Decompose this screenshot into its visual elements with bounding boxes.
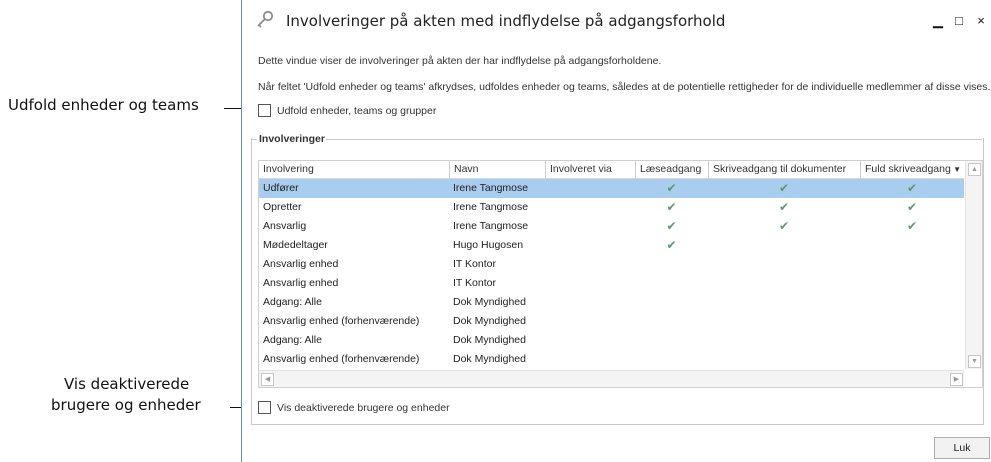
horizontal-scrollbar[interactable]: ◀ ▶ [259, 370, 964, 387]
column-header-skriveadgang[interactable]: Skriveadgang til dokumenter [708, 161, 860, 178]
table-row[interactable]: Opretter Irene Tangmose ✔ ✔ ✔ [259, 198, 964, 217]
close-window-button[interactable]: × [972, 12, 990, 30]
cell-navn: Hugo Hugosen [453, 239, 524, 251]
key-icon [255, 10, 275, 30]
table-row[interactable]: Adgang: Alle Dok Myndighed [259, 293, 964, 312]
cell-navn: Dok Myndighed [453, 353, 526, 365]
table-row[interactable]: Udfører Irene Tangmose ✔ ✔ ✔ [259, 179, 964, 198]
cell-involvering: Adgang: Alle [263, 296, 322, 308]
check-icon-skriveadgang: ✔ [778, 181, 790, 195]
table-row[interactable]: Ansvarlig Irene Tangmose ✔ ✔ ✔ [259, 217, 964, 236]
involvements-table[interactable]: Involvering Navn Involveret via Læseadga… [258, 160, 983, 388]
check-icon-laeseadgang: ✔ [666, 200, 677, 214]
cell-involvering: Udfører [263, 182, 299, 194]
show-deactivated-checkbox-row[interactable]: Vis deaktiverede brugere og enheder [258, 401, 450, 414]
check-icon-laeseadgang: ✔ [666, 219, 677, 233]
table-row[interactable]: Ansvarlig enhed IT Kontor [259, 255, 964, 274]
cell-navn: Dok Myndighed [453, 296, 526, 308]
check-icon-fuld-skriveadgang: ✔ [906, 181, 918, 195]
expand-units-label: Udfold enheder, teams og grupper [277, 104, 437, 117]
callout-expand-label: Udfold enheder og teams [8, 96, 199, 114]
cell-involvering: Ansvarlig enhed (forhenværende) [263, 315, 420, 327]
scroll-right-icon[interactable]: ▶ [950, 373, 963, 386]
column-header-navn[interactable]: Navn [449, 161, 545, 178]
column-header-involvering[interactable]: Involvering [259, 161, 449, 178]
check-icon-skriveadgang: ✔ [778, 200, 790, 214]
cell-involveret-via [545, 217, 635, 236]
dialog-window: Involveringer på akten med indflydelse p… [241, 0, 991, 462]
column-header-fuld-skriveadgang[interactable]: Fuld skriveadgang ▼ [860, 161, 964, 178]
cell-involvering: Adgang: Alle [263, 334, 322, 346]
scroll-left-icon[interactable]: ◀ [261, 373, 274, 386]
cell-involvering: Ansvarlig [263, 220, 307, 232]
cell-involveret-via [545, 274, 635, 293]
cell-involveret-via [545, 179, 635, 198]
check-icon-laeseadgang: ✔ [666, 238, 677, 252]
cell-involvering: Opretter [263, 201, 302, 213]
group-title: Involveringer [259, 133, 325, 145]
vertical-scrollbar[interactable]: ▲ ▼ [965, 161, 982, 369]
cell-involveret-via [545, 198, 635, 217]
maximize-button[interactable]: □ [950, 12, 968, 30]
cell-involveret-via [545, 293, 635, 312]
cell-involvering: Ansvarlig enhed (forhenværende) [263, 353, 420, 365]
column-header-laeseadgang[interactable]: Læseadgang [635, 161, 708, 178]
check-icon-skriveadgang: ✔ [778, 219, 790, 233]
expand-units-checkbox-row[interactable]: Udfold enheder, teams og grupper [258, 104, 436, 117]
column-header-involveret-via[interactable]: Involveret via [545, 161, 635, 178]
cell-navn: Dok Myndighed [453, 315, 526, 327]
cell-navn: Irene Tangmose [453, 182, 529, 194]
cell-involvering: Mødedeltager [263, 239, 328, 251]
sort-down-icon[interactable]: ▼ [953, 161, 961, 178]
table-row[interactable]: Adgang: Alle Dok Myndighed [259, 331, 964, 350]
cell-involveret-via [545, 350, 635, 369]
description-line-2: Når feltet 'Udfold enheder og teams' afk… [258, 81, 991, 93]
expand-units-checkbox[interactable] [258, 104, 271, 117]
table-header: Involvering Navn Involveret via Læseadga… [259, 161, 964, 179]
check-icon-fuld-skriveadgang: ✔ [906, 219, 918, 233]
scroll-down-icon[interactable]: ▼ [968, 355, 981, 368]
title-bar: Involveringer på akten med indflydelse p… [242, 0, 991, 42]
description-line-1: Dette vindue viser de involveringer på a… [258, 55, 662, 67]
column-header-fuld-label: Fuld skriveadgang [865, 163, 951, 175]
group-border-right [326, 139, 982, 140]
cell-navn: IT Kontor [453, 258, 496, 270]
minimize-button[interactable]: ▁ [929, 12, 947, 30]
close-button[interactable]: Luk [934, 437, 990, 459]
table-row[interactable]: Mødedeltager Hugo Hugosen ✔ [259, 236, 964, 255]
cell-involveret-via [545, 236, 635, 255]
cell-involveret-via [545, 255, 635, 274]
cell-involvering: Ansvarlig enhed [263, 258, 339, 270]
cell-navn: Irene Tangmose [453, 220, 529, 232]
callout-deactivated-label-2: brugere og enheder [51, 396, 201, 414]
table-row[interactable]: Ansvarlig enhed IT Kontor [259, 274, 964, 293]
check-icon-fuld-skriveadgang: ✔ [906, 200, 918, 214]
cell-navn: Irene Tangmose [453, 201, 529, 213]
group-border-left [251, 139, 257, 140]
show-deactivated-label: Vis deaktiverede brugere og enheder [277, 401, 450, 414]
show-deactivated-checkbox[interactable] [258, 401, 271, 414]
table-row[interactable]: Ansvarlig enhed (forhenværende) Dok Myndi… [259, 312, 964, 331]
check-icon-laeseadgang: ✔ [666, 181, 677, 195]
cell-involveret-via [545, 331, 635, 350]
table-row[interactable]: Ansvarlig enhed (forhenværende) Dok Myndi… [259, 350, 964, 369]
cell-involvering: Ansvarlig enhed [263, 277, 339, 289]
callout-deactivated-label-1: Vis deaktiverede [64, 375, 190, 393]
cell-navn: IT Kontor [453, 277, 496, 289]
cell-involveret-via [545, 312, 635, 331]
scroll-up-icon[interactable]: ▲ [968, 163, 981, 176]
cell-navn: Dok Myndighed [453, 334, 526, 346]
window-title: Involveringer på akten med indflydelse p… [286, 12, 726, 30]
